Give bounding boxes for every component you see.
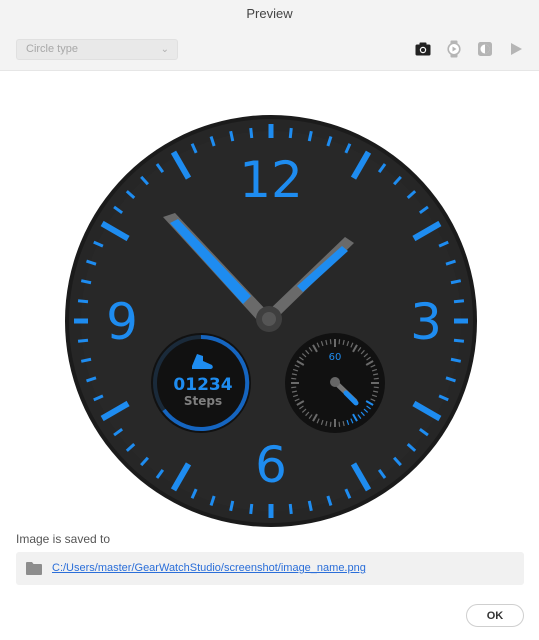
subdial-tick — [373, 377, 379, 380]
play-icon[interactable] — [506, 39, 526, 59]
subdial-tick — [291, 377, 297, 380]
numeral-3: 3 — [410, 293, 442, 351]
minute-tick — [288, 503, 293, 515]
saved-path-box: C:/Users/master/GearWatchStudio/screensh… — [16, 552, 524, 585]
numeral-9: 9 — [106, 293, 138, 351]
subdial-label: 60 — [329, 352, 342, 363]
saved-to-label: Image is saved to — [16, 532, 111, 546]
watch-preview: 12 3 6 9 01234 Steps 60 — [0, 71, 539, 533]
watch-icon[interactable] — [444, 39, 464, 59]
numeral-12: 12 — [239, 151, 303, 209]
shape-type-select[interactable]: Circle type ⌄ — [16, 39, 178, 60]
minute-tick — [229, 500, 235, 512]
minute-tick — [249, 503, 254, 515]
minute-tick — [453, 338, 465, 343]
steps-subdial: 01234 Steps — [151, 333, 251, 433]
subdial-tick — [338, 339, 341, 345]
saved-path-link[interactable]: C:/Users/master/GearWatchStudio/screensh… — [52, 562, 366, 574]
chevron-down-icon: ⌄ — [160, 44, 169, 55]
folder-icon — [26, 562, 42, 575]
steps-value: 01234 — [173, 375, 232, 395]
ambient-mode-icon[interactable] — [475, 39, 495, 59]
numeral-6: 6 — [255, 436, 287, 494]
minute-tick — [307, 500, 313, 512]
camera-icon[interactable] — [413, 39, 433, 59]
minute-tick — [450, 357, 462, 363]
minute-tick — [249, 127, 254, 139]
minute-tick — [288, 127, 293, 139]
watch-face: 12 3 6 9 01234 Steps 60 — [65, 115, 477, 527]
minute-tick — [453, 299, 465, 304]
seconds-subdial: 60 — [285, 333, 385, 433]
subdial-tick — [329, 339, 332, 345]
subdial-tick — [373, 386, 379, 389]
subdial-tick — [291, 386, 297, 389]
steps-label: Steps — [184, 394, 222, 408]
minute-tick — [80, 279, 92, 285]
minute-tick — [307, 130, 313, 142]
subdial-tick — [338, 421, 341, 427]
toolbar: Circle type ⌄ — [0, 28, 539, 71]
minute-tick — [80, 357, 92, 363]
minute-tick — [229, 130, 235, 142]
minute-tick — [77, 299, 89, 304]
subdial-tick — [329, 421, 332, 427]
window-title: Preview — [0, 0, 539, 28]
minute-tick — [450, 279, 462, 285]
ok-button[interactable]: OK — [466, 604, 524, 627]
minute-tick — [77, 338, 89, 343]
hands-pivot-cap — [262, 312, 276, 326]
shape-type-value: Circle type — [26, 43, 78, 55]
